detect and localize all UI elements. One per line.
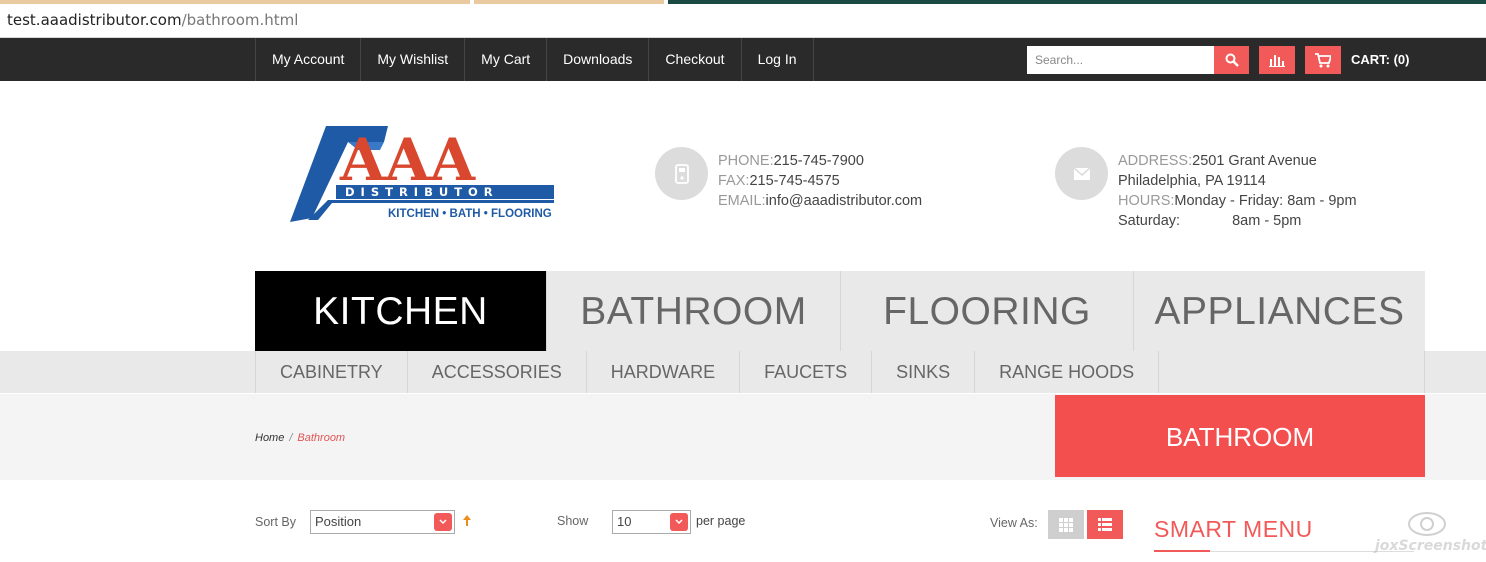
breadcrumb: Home / Bathroom [255, 432, 345, 444]
phone-icon [674, 163, 689, 184]
chevron-down-icon [670, 513, 688, 531]
logo-brand-text: AAA [339, 126, 476, 194]
grid-icon [1059, 517, 1073, 532]
phone-label: PHONE: [718, 153, 774, 169]
contact-info: PHONE:215-745-7900 FAX:215-745-4575 EMAI… [718, 151, 922, 211]
compare-button[interactable] [1259, 46, 1295, 74]
envelope-icon [1073, 166, 1090, 180]
screenshot-watermark: joxScreenshot [1375, 508, 1486, 558]
watermark-text: joxScreenshot [1375, 538, 1486, 554]
saturday-label: Saturday: [1118, 213, 1181, 229]
smart-menu-accent-line [1154, 550, 1210, 552]
fax-label: FAX: [718, 173, 750, 189]
nav-flooring[interactable]: FLOORING [841, 271, 1134, 351]
email-label: EMAIL: [718, 193, 766, 209]
search-icon [1225, 53, 1239, 67]
shopping-cart-icon [1315, 52, 1331, 67]
show-per-page-select[interactable]: 10 [612, 510, 691, 534]
per-page-label: per page [696, 514, 746, 528]
envelope-icon-circle [1055, 147, 1108, 200]
camera-eye-icon [1408, 512, 1446, 536]
phone-icon-circle [655, 147, 708, 200]
url-host: test.aaadistributor.com [7, 11, 182, 29]
search-input[interactable] [1027, 46, 1214, 74]
browser-address-bar[interactable]: test.aaadistributor.com/bathroom.html [0, 0, 1486, 38]
cart-button[interactable] [1305, 46, 1341, 74]
list-view-button[interactable] [1087, 510, 1123, 539]
url-text[interactable]: test.aaadistributor.com/bathroom.html [7, 11, 298, 29]
subnav-sinks[interactable]: SINKS [872, 351, 976, 393]
phone-number: 215-745-7900 [773, 153, 864, 169]
url-path: /bathroom.html [181, 11, 299, 29]
show-value: 10 [617, 514, 632, 529]
main-category-nav: KITCHEN BATHROOM FLOORING APPLIANCES [255, 271, 1425, 351]
view-as-label: View As: [990, 516, 1038, 530]
nav-kitchen[interactable]: KITCHEN [255, 271, 547, 351]
breadcrumb-separator: / [289, 432, 293, 444]
subnav-range-hoods[interactable]: RANGE HOODS [975, 351, 1160, 393]
checkout-link[interactable]: Checkout [649, 38, 742, 81]
breadcrumb-home[interactable]: Home [255, 432, 284, 444]
list-icon [1098, 518, 1112, 531]
downloads-link[interactable]: Downloads [547, 38, 650, 81]
fax-number: 215-745-4575 [749, 173, 840, 189]
search-button[interactable] [1214, 46, 1249, 74]
address-info: ADDRESS:2501 Grant Avenue Philadelphia, … [1118, 151, 1357, 231]
grid-view-button[interactable] [1048, 510, 1084, 539]
my-account-link[interactable]: My Account [256, 38, 362, 81]
sort-by-label: Sort By [255, 515, 296, 529]
breadcrumb-band: Home / Bathroom BATHROOM [0, 394, 1486, 480]
breadcrumb-current: Bathroom [297, 432, 346, 444]
cart-count-label[interactable]: CART: (0) [1351, 52, 1410, 67]
address-line2: Philadelphia, PA 19114 [1118, 173, 1266, 189]
browser-tab-strip [0, 0, 1486, 4]
nav-bathroom[interactable]: BATHROOM [547, 271, 841, 351]
category-title: BATHROOM [1055, 395, 1425, 477]
log-in-link[interactable]: Log In [742, 38, 814, 81]
subnav-faucets[interactable]: FAUCETS [740, 351, 873, 393]
subnav-hardware[interactable]: HARDWARE [587, 351, 741, 393]
hours-label: HOURS: [1118, 193, 1175, 209]
account-nav: My Account My Wishlist My Cart Downloads… [255, 38, 814, 81]
address-label: ADDRESS: [1118, 153, 1193, 169]
bar-chart-icon [1269, 55, 1285, 67]
my-cart-link[interactable]: My Cart [465, 38, 548, 81]
saturday-hours: 8am - 5pm [1232, 213, 1302, 229]
chevron-down-icon [434, 513, 452, 531]
weekday-hours: Monday - Friday: 8am - 9pm [1174, 193, 1357, 209]
sort-by-value: Position [315, 514, 362, 529]
nav-appliances[interactable]: APPLIANCES [1134, 271, 1425, 351]
my-wishlist-link[interactable]: My Wishlist [361, 38, 466, 81]
sort-by-select[interactable]: Position [310, 510, 455, 534]
logo-sub-text: DISTRIBUTOR [345, 185, 499, 199]
logo-tagline: KITCHEN • BATH • FLOORING [388, 208, 552, 220]
email-address[interactable]: info@aaadistributor.com [766, 193, 923, 209]
address-line1: 2501 Grant Avenue [1192, 153, 1317, 169]
top-bar: My Account My Wishlist My Cart Downloads… [0, 38, 1486, 81]
smart-menu-title: SMART MENU [1154, 516, 1313, 542]
subnav-cabinetry[interactable]: CABINETRY [256, 351, 408, 393]
sort-direction-arrow-icon[interactable] [462, 514, 472, 528]
subnav-accessories[interactable]: ACCESSORIES [408, 351, 587, 393]
show-label: Show [557, 514, 589, 528]
sub-category-nav: CABINETRY ACCESSORIES HARDWARE FAUCETS S… [0, 351, 1486, 393]
company-logo[interactable]: AAA DISTRIBUTOR KITCHEN • BATH • FLOORIN… [288, 122, 560, 230]
